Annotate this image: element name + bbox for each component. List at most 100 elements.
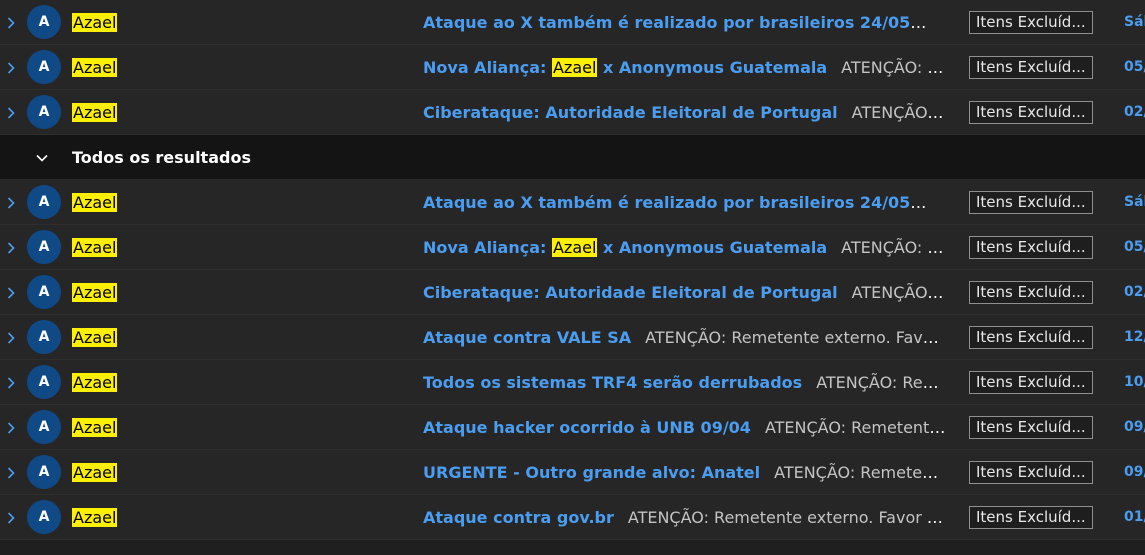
sender-name: Azael — [72, 192, 118, 213]
message-subject: Ataque contra gov.br — [423, 508, 614, 527]
folder-tag[interactable]: Itens Excluíd... — [969, 416, 1093, 439]
message-row[interactable]: A Azael Ataque ao X também é realizado p… — [0, 0, 1145, 45]
avatar-initial: A — [38, 239, 50, 255]
sender-name: Azael — [72, 372, 118, 393]
folder-tag[interactable]: Itens Excluíd... — [969, 56, 1093, 79]
avatar-initial: A — [38, 59, 50, 75]
folder-tag[interactable]: Itens Excluíd... — [969, 371, 1093, 394]
avatar: A — [27, 230, 61, 264]
sender-name: Azael — [72, 282, 118, 303]
chevron-right-icon[interactable] — [3, 450, 19, 495]
chevron-right-icon[interactable] — [3, 315, 19, 360]
message-summary: Ciberataque: Autoridade Eleitoral de Por… — [423, 282, 948, 303]
message-subject: Ataque hacker ocorrido à UNB 09/04 — [423, 418, 751, 437]
sender-name: Azael — [72, 102, 118, 123]
message-summary: Nova Aliança: Azael x Anonymous Guatemal… — [423, 237, 948, 258]
chevron-right-icon[interactable] — [3, 90, 19, 135]
folder-tag[interactable]: Itens Excluíd... — [969, 11, 1093, 34]
avatar-initial: A — [38, 509, 50, 525]
avatar: A — [27, 410, 61, 444]
avatar: A — [27, 365, 61, 399]
folder-tag[interactable]: Itens Excluíd... — [969, 101, 1093, 124]
avatar: A — [27, 275, 61, 309]
sender-name: Azael — [72, 237, 118, 258]
subject-text: Ataque ao X também é realizado por brasi… — [423, 13, 911, 32]
message-row[interactable]: A Azael Todos os sistemas TRF4 serão der… — [0, 360, 1145, 405]
message-date: Sáb — [1124, 14, 1145, 30]
avatar: A — [27, 185, 61, 219]
message-date: Sáb — [1124, 194, 1145, 210]
message-date: 05/ — [1124, 239, 1145, 255]
chevron-right-icon[interactable] — [3, 225, 19, 270]
subject-text: Todos os sistemas TRF4 serão derrubados — [423, 373, 803, 392]
chevron-right-icon[interactable] — [3, 0, 19, 45]
sender-highlight: Azael — [72, 238, 118, 257]
message-summary: Ataque contra gov.br ATENÇÃO: Remetente e… — [423, 507, 948, 528]
message-row[interactable]: A Azael Ataque contra gov.br ATENÇÃO: Rem… — [0, 495, 1145, 540]
message-preview: ATENÇÃO: Remetente externo. Favor não c.… — [627, 508, 948, 527]
message-preview: Geralme... — [924, 13, 948, 32]
folder-tag[interactable]: Itens Excluíd... — [969, 191, 1093, 214]
message-row[interactable]: A Azael Ataque hacker ocorrido à UNB 09/… — [0, 405, 1145, 450]
subject-text: Ciberataque: Autoridade Eleitoral de Por… — [423, 283, 838, 302]
message-row[interactable]: A Azael Ataque ao X também é realizado p… — [0, 180, 1145, 225]
sender-highlight: Azael — [72, 463, 118, 482]
sender-name: Azael — [72, 327, 118, 348]
message-subject: URGENTE - Outro grande alvo: Anatel — [423, 463, 760, 482]
message-summary: Todos os sistemas TRF4 serão derrubados A… — [423, 372, 948, 393]
sender-highlight: Azael — [72, 193, 118, 212]
avatar-initial: A — [38, 194, 50, 210]
subject-text: URGENTE - Outro grande alvo: Anatel — [423, 463, 761, 482]
chevron-right-icon[interactable] — [3, 180, 19, 225]
folder-tag[interactable]: Itens Excluíd... — [969, 236, 1093, 259]
folder-tag[interactable]: Itens Excluíd... — [969, 461, 1093, 484]
message-subject: Nova Aliança: Azael x Anonymous Guatemal… — [423, 238, 827, 257]
message-row[interactable]: A Azael URGENTE - Outro grande alvo: Ana… — [0, 450, 1145, 495]
sender-name: Azael — [72, 462, 118, 483]
avatar: A — [27, 455, 61, 489]
message-preview: ATENÇÃO: Remetente exte... — [764, 418, 948, 437]
message-date: 09/ — [1124, 464, 1145, 480]
message-date: 02/ — [1124, 104, 1145, 120]
message-subject: Ciberataque: Autoridade Eleitoral de Por… — [423, 103, 838, 122]
chevron-right-icon[interactable] — [3, 405, 19, 450]
message-subject: Ataque ao X também é realizado por brasi… — [423, 193, 926, 212]
avatar-initial: A — [38, 464, 50, 480]
avatar-initial: A — [38, 14, 50, 30]
message-preview: ATENÇÃO: Remet... — [841, 238, 948, 257]
message-subject: Ataque contra VALE SA — [423, 328, 631, 347]
chevron-right-icon[interactable] — [3, 270, 19, 315]
sender-name: Azael — [72, 12, 118, 33]
sender-highlight: Azael — [72, 373, 118, 392]
message-row[interactable]: A Azael Nova Aliança: Azael x Anonymous … — [0, 45, 1145, 90]
message-summary: Nova Aliança: Azael x Anonymous Guatemal… — [423, 57, 948, 78]
message-subject: Todos os sistemas TRF4 serão derrubados — [423, 373, 802, 392]
message-row[interactable]: A Azael Ataque contra VALE SA ATENÇÃO: Re… — [0, 315, 1145, 360]
folder-tag[interactable]: Itens Excluíd... — [969, 506, 1093, 529]
folder-tag[interactable]: Itens Excluíd... — [969, 326, 1093, 349]
message-date: 01/ — [1124, 509, 1145, 525]
avatar-initial: A — [38, 374, 50, 390]
message-row[interactable]: A Azael Ciberataque: Autoridade Eleitora… — [0, 90, 1145, 135]
message-summary: Ataque contra VALE SA ATENÇÃO: Remetente … — [423, 327, 948, 348]
group-header-todos-os-resultados[interactable]: Todos os resultados — [0, 135, 1145, 180]
chevron-right-icon[interactable] — [3, 360, 19, 405]
chevron-down-icon[interactable] — [34, 135, 50, 180]
subject-text: Ataque contra gov.br — [423, 508, 614, 527]
message-row[interactable]: A Azael Ciberataque: Autoridade Eleitora… — [0, 270, 1145, 315]
sender-highlight: Azael — [72, 58, 118, 77]
avatar: A — [27, 95, 61, 129]
sender-highlight: Azael — [72, 283, 118, 302]
sender-name: Azael — [72, 507, 118, 528]
message-preview: ATENÇÃO: Remet... — [851, 283, 948, 302]
chevron-right-icon[interactable] — [3, 495, 19, 540]
sender-highlight: Azael — [72, 328, 118, 347]
message-subject: Ataque ao X também é realizado por brasi… — [423, 13, 926, 32]
message-date: 09/ — [1124, 419, 1145, 435]
sender-name: Azael — [72, 417, 118, 438]
subject-text: Ataque contra VALE SA — [423, 328, 632, 347]
folder-tag[interactable]: Itens Excluíd... — [969, 281, 1093, 304]
avatar-initial: A — [38, 419, 50, 435]
message-row[interactable]: A Azael Nova Aliança: Azael x Anonymous … — [0, 225, 1145, 270]
chevron-right-icon[interactable] — [3, 45, 19, 90]
